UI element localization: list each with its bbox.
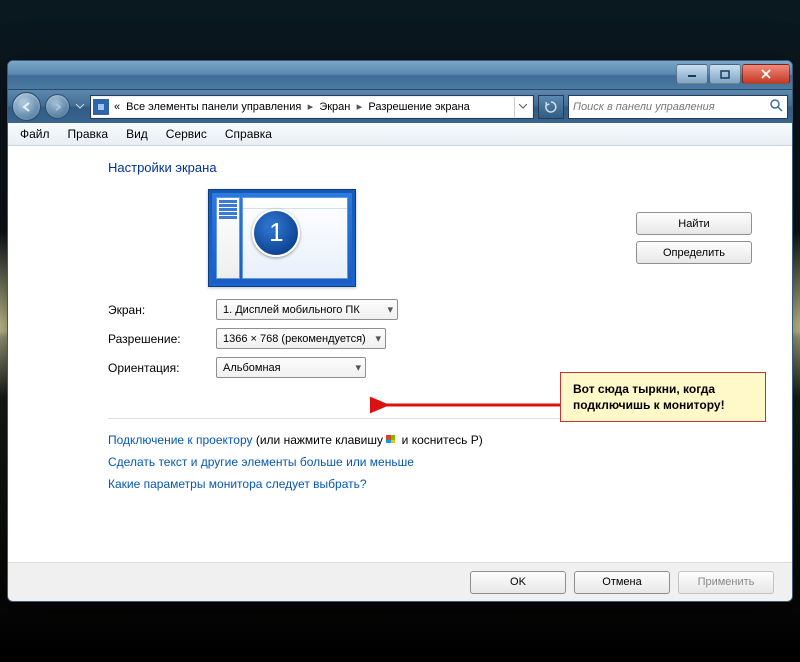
orientation-select[interactable]: Альбомная ▾ [216, 357, 366, 378]
explorer-nav-bar: « Все элементы панели управления ▸ Экран… [8, 89, 792, 123]
ok-button[interactable]: OK [470, 571, 566, 594]
chevron-right-icon[interactable]: ▸ [304, 100, 316, 113]
breadcrumb-seg-resolution[interactable]: Разрешение экрана [365, 101, 472, 113]
monitor-preview[interactable]: 1 [208, 189, 356, 287]
close-icon [761, 69, 771, 79]
which-monitor-link[interactable]: Какие параметры монитора следует выбрать… [108, 477, 367, 491]
address-dropdown[interactable] [514, 97, 531, 117]
text-size-link[interactable]: Сделать текст и другие элементы больше и… [108, 455, 414, 469]
maximize-icon [720, 70, 730, 79]
window-titlebar [8, 61, 792, 89]
apply-button[interactable]: Применить [678, 571, 774, 594]
search-icon[interactable] [769, 98, 783, 115]
desktop-background: « Все элементы панели управления ▸ Экран… [0, 0, 800, 662]
windows-key-icon [386, 435, 398, 447]
minimize-icon [687, 70, 697, 78]
callout-line2: подключишь к монитору! [573, 397, 753, 413]
chevron-down-icon: ▾ [387, 303, 393, 316]
minimize-button[interactable] [676, 64, 708, 84]
orientation-label: Ориентация: [108, 361, 216, 375]
content-area: Настройки экрана 1 Найти Определить Экра… [8, 146, 792, 562]
page-title: Настройки экрана [108, 160, 752, 175]
monitor-number-badge: 1 [252, 209, 300, 257]
orientation-value: Альбомная [223, 362, 281, 374]
find-button[interactable]: Найти [636, 212, 752, 235]
nav-back-button[interactable] [12, 92, 41, 121]
cancel-button[interactable]: Отмена [574, 571, 670, 594]
menu-bar: Файл Правка Вид Сервис Справка [8, 123, 792, 146]
chevron-down-icon: ▾ [355, 361, 361, 374]
projector-link[interactable]: Подключение к проектору [108, 433, 253, 447]
dialog-button-bar: OK Отмена Применить [8, 562, 792, 601]
nav-forward-button[interactable] [45, 94, 70, 119]
chevron-down-icon [76, 104, 84, 109]
menu-tools[interactable]: Сервис [158, 125, 215, 143]
breadcrumb-prefix[interactable]: « [111, 101, 123, 113]
maximize-button[interactable] [709, 64, 741, 84]
callout-line1: Вот сюда тыркни, когда [573, 381, 753, 397]
menu-edit[interactable]: Правка [60, 125, 117, 143]
callout-arrow [370, 390, 570, 420]
detect-button[interactable]: Определить [636, 241, 752, 264]
resolution-label: Разрешение: [108, 332, 216, 346]
menu-help[interactable]: Справка [217, 125, 280, 143]
search-box[interactable]: Поиск в панели управления [568, 95, 788, 119]
monitor-preview-row: 1 Найти Определить [108, 189, 752, 287]
chevron-down-icon: ▾ [375, 332, 381, 345]
screen-value: 1. Дисплей мобильного ПК [223, 304, 360, 316]
control-panel-icon [93, 99, 109, 115]
nav-history-dropdown[interactable] [74, 96, 86, 118]
chevron-down-icon [519, 104, 527, 109]
arrow-left-icon [21, 101, 33, 113]
window: « Все элементы панели управления ▸ Экран… [7, 60, 793, 602]
close-button[interactable] [742, 64, 790, 84]
callout-box: Вот сюда тыркни, когда подключишь к мони… [560, 372, 766, 422]
address-bar[interactable]: « Все элементы панели управления ▸ Экран… [90, 95, 534, 119]
menu-file[interactable]: Файл [12, 125, 58, 143]
chevron-right-icon[interactable]: ▸ [353, 100, 365, 113]
refresh-button[interactable] [538, 95, 564, 119]
menu-view[interactable]: Вид [118, 125, 156, 143]
projector-hint-pre: (или нажмите клавишу [253, 433, 387, 447]
search-placeholder: Поиск в панели управления [573, 101, 715, 113]
breadcrumb-seg-all-items[interactable]: Все элементы панели управления [123, 101, 304, 113]
resolution-select[interactable]: 1366 × 768 (рекомендуется) ▾ [216, 328, 386, 349]
refresh-icon [544, 100, 558, 114]
screen-label: Экран: [108, 303, 216, 317]
screen-select[interactable]: 1. Дисплей мобильного ПК ▾ [216, 299, 398, 320]
breadcrumb-seg-display[interactable]: Экран [316, 101, 353, 113]
projector-hint-post: и коснитесь P) [398, 433, 482, 447]
resolution-value: 1366 × 768 (рекомендуется) [223, 333, 366, 345]
arrow-right-icon [53, 102, 63, 112]
